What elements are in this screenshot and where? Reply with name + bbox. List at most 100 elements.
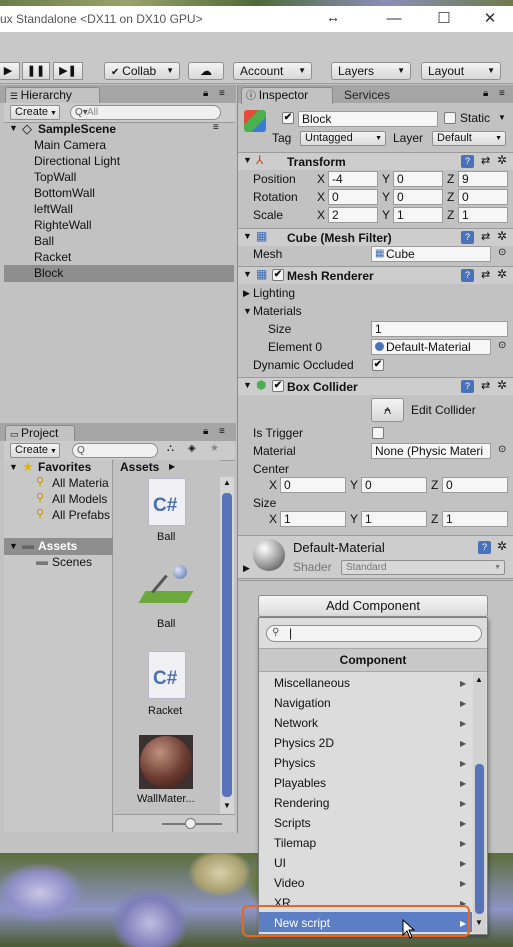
materials-foldout[interactable]: Materials [253, 304, 302, 318]
panel-menu-icon[interactable]: ≡ [499, 88, 505, 99]
expand-arrow-icon[interactable]: ▼ [9, 541, 18, 551]
rotation-z-field[interactable]: 0 [458, 189, 508, 205]
lock-icon[interactable]: 🔒︎ [483, 88, 488, 99]
layout-dropdown[interactable]: Layout ▼ [421, 62, 501, 80]
hierarchy-item[interactable]: Ball [34, 234, 54, 248]
account-dropdown[interactable]: Account ▼ [233, 62, 312, 80]
pause-button[interactable]: ❚❚ [22, 62, 50, 80]
maximize-button[interactable]: ☐ [434, 9, 454, 29]
panel-menu-icon[interactable]: ≡ [219, 88, 225, 99]
preset-icon[interactable]: ⇄ [481, 268, 490, 281]
help-icon[interactable]: ? [461, 231, 474, 244]
scrollbar-thumb[interactable] [222, 493, 232, 797]
filter-by-type-icon[interactable]: ⛬ [167, 443, 174, 454]
gear-icon[interactable]: ✲ [497, 229, 507, 243]
preset-icon[interactable]: ⇄ [481, 154, 490, 167]
favorite-item[interactable]: All Models [52, 492, 107, 506]
scenes-folder[interactable]: Scenes [52, 555, 92, 569]
menu-item-video[interactable]: Video [274, 876, 304, 890]
hierarchy-create-button[interactable]: Create ▼ [10, 105, 60, 120]
shader-dropdown[interactable]: Standard ▼ [341, 560, 505, 575]
physic-material-field[interactable]: None (Physic Materi [371, 443, 491, 459]
help-icon[interactable]: ? [478, 541, 491, 554]
size-y-field[interactable]: 1 [361, 511, 427, 527]
gear-icon[interactable]: ✲ [497, 153, 507, 167]
layer-dropdown[interactable]: Default ▼ [432, 131, 506, 146]
asset-label[interactable]: Ball [157, 531, 175, 543]
gear-icon[interactable]: ✲ [497, 539, 507, 553]
help-icon[interactable]: ? [461, 380, 474, 393]
favorite-star-icon[interactable]: ★ [210, 443, 219, 454]
menu-item-navigation[interactable]: Navigation [274, 696, 331, 710]
scale-y-field[interactable]: 1 [393, 207, 443, 223]
hierarchy-item[interactable]: Directional Light [34, 154, 120, 168]
hierarchy-item[interactable]: BottomWall [34, 186, 95, 200]
tab-services[interactable]: Services [344, 88, 390, 104]
menu-item-miscellaneous[interactable]: Miscellaneous [274, 676, 350, 690]
size-x-field[interactable]: 1 [280, 511, 346, 527]
play-button[interactable]: ▶ [0, 62, 20, 80]
rotation-y-field[interactable]: 0 [393, 189, 443, 205]
box-collider-enabled-checkbox[interactable]: ✔ [272, 380, 284, 392]
collab-button[interactable]: ✔ Collab ▼ [104, 62, 180, 80]
asset-label[interactable]: WallMater... [137, 793, 195, 805]
hierarchy-item[interactable]: leftWall [34, 202, 73, 216]
hierarchy-item[interactable]: Racket [34, 250, 71, 264]
add-component-button[interactable]: Add Component [258, 595, 488, 617]
tag-dropdown[interactable]: Untagged ▼ [300, 131, 386, 146]
favorites-label[interactable]: Favorites [38, 460, 91, 474]
step-button[interactable]: ▶❚ [53, 62, 83, 80]
expand-arrow-icon[interactable]: ▼ [9, 123, 18, 133]
center-y-field[interactable]: 0 [361, 477, 427, 493]
scrollbar-thumb[interactable] [475, 764, 484, 914]
position-z-field[interactable]: 9 [458, 171, 508, 187]
active-checkbox[interactable]: ✔ [282, 112, 294, 124]
position-x-field[interactable]: -4 [328, 171, 378, 187]
menu-item-ui[interactable]: UI [274, 856, 286, 870]
menu-item-physics-2d[interactable]: Physics 2D [274, 736, 334, 750]
favorite-item[interactable]: All Prefabs [52, 508, 110, 522]
dropdown-arrow-icon[interactable]: ▼ [498, 113, 506, 122]
dynamic-occluded-checkbox[interactable]: ✔ [372, 359, 384, 371]
component-search-input[interactable]: ⚲ | [266, 625, 482, 642]
minimize-button[interactable]: — [384, 9, 404, 29]
expand-arrow-icon[interactable]: ▼ [9, 462, 18, 472]
tab-inspector[interactable]: ⓘ Inspector [241, 87, 333, 104]
gear-icon[interactable]: ✲ [497, 378, 507, 392]
asset-breadcrumb[interactable]: Assets [120, 460, 159, 474]
size-z-field[interactable]: 1 [442, 511, 508, 527]
project-create-button[interactable]: Create ▼ [10, 443, 60, 458]
mesh-field[interactable]: ▦ Cube [371, 246, 491, 262]
object-picker-icon[interactable]: ⊙ [498, 247, 506, 258]
menu-item-network[interactable]: Network [274, 716, 318, 730]
center-z-field[interactable]: 0 [442, 477, 508, 493]
preset-icon[interactable]: ⇄ [481, 379, 490, 392]
hierarchy-item[interactable]: RighteWall [34, 218, 92, 232]
edit-collider-button[interactable]: ⍲ [371, 398, 404, 422]
hierarchy-item[interactable]: Main Camera [34, 138, 106, 152]
collapse-arrow-icon[interactable]: ▶ [243, 563, 250, 574]
filter-by-label-icon[interactable]: ◈ [188, 443, 196, 454]
object-name-field[interactable]: Block [298, 111, 438, 127]
element0-field[interactable]: Default-Material [371, 339, 491, 355]
hierarchy-item[interactable]: TopWall [34, 170, 76, 184]
menu-item-scripts[interactable]: Scripts [274, 816, 311, 830]
expand-arrow-icon[interactable]: ▼ [243, 306, 252, 316]
scale-x-field[interactable]: 2 [328, 207, 378, 223]
tab-hierarchy[interactable]: ☰ Hierarchy [5, 87, 100, 104]
icon-size-slider-thumb[interactable] [185, 818, 196, 829]
scroll-up-icon[interactable]: ▲ [475, 675, 483, 684]
preset-icon[interactable]: ⇄ [481, 230, 490, 243]
layers-dropdown[interactable]: Layers ▼ [331, 62, 411, 80]
menu-item-physics[interactable]: Physics [274, 756, 315, 770]
menu-item-rendering[interactable]: Rendering [274, 796, 329, 810]
menu-item-playables[interactable]: Playables [274, 776, 326, 790]
cloud-button[interactable]: ☁ [188, 62, 224, 80]
favorite-item[interactable]: All Materia [52, 476, 109, 490]
is-trigger-checkbox[interactable] [372, 427, 384, 439]
expand-arrow-icon[interactable]: ▼ [243, 269, 252, 279]
materials-size-field[interactable]: 1 [371, 321, 508, 337]
close-button[interactable]: ✕ [480, 9, 500, 29]
rotation-x-field[interactable]: 0 [328, 189, 378, 205]
lighting-foldout[interactable]: Lighting [253, 286, 295, 300]
